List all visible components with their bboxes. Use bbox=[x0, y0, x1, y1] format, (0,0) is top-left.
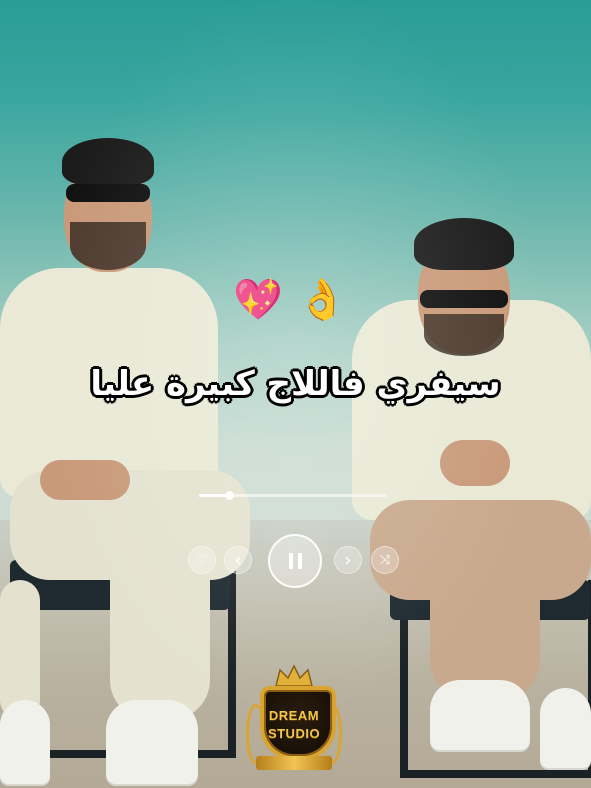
logo-ribbon bbox=[256, 756, 332, 770]
next-button[interactable]: › bbox=[334, 546, 362, 574]
ok-hand-emoji: 👌 bbox=[297, 277, 347, 323]
player-controls: ♡ ‹ › ⤨ bbox=[0, 532, 591, 588]
shuffle-icon: ⤨ bbox=[379, 552, 391, 568]
pause-icon bbox=[288, 553, 302, 569]
crown-icon bbox=[275, 664, 313, 687]
sparkling-heart-emoji: 💖 bbox=[233, 277, 283, 323]
chevron-left-icon: ‹ bbox=[234, 549, 242, 571]
logo-shield bbox=[260, 686, 336, 760]
logo-text-line1: DREAM bbox=[268, 708, 320, 723]
chevron-right-icon: › bbox=[344, 549, 352, 571]
like-button[interactable]: ♡ bbox=[188, 546, 216, 574]
previous-button[interactable]: ‹ bbox=[224, 546, 252, 574]
progress-bar[interactable] bbox=[199, 491, 387, 500]
heart-outline-icon: ♡ bbox=[196, 552, 208, 568]
shuffle-button[interactable]: ⤨ bbox=[371, 546, 399, 574]
emoji-row: 💖 👌 bbox=[233, 272, 347, 328]
lyric-caption: سيفري فاللاج كبيرة عليا bbox=[90, 364, 501, 404]
pause-button[interactable] bbox=[268, 534, 322, 588]
dream-studio-logo: DREAM STUDIO bbox=[246, 664, 342, 776]
logo-text-line2: STUDIO bbox=[267, 726, 321, 741]
progress-knob[interactable] bbox=[225, 491, 235, 500]
